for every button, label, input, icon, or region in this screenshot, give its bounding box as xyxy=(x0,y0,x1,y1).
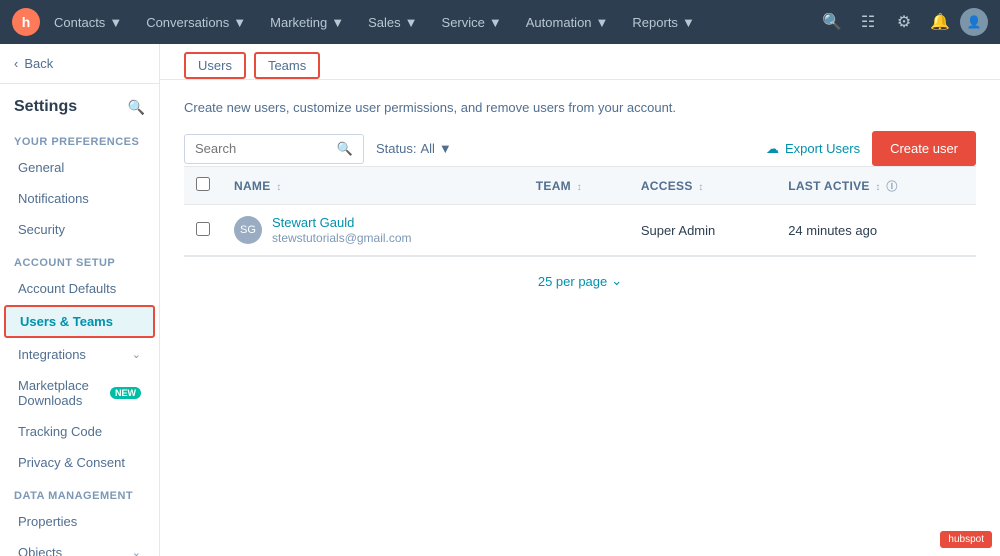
user-avatar-initials: SG xyxy=(234,216,262,244)
sidebar-item-account-defaults[interactable]: Account Defaults xyxy=(4,274,155,303)
toolbar-right: ☁ Export Users Create user xyxy=(766,131,976,166)
th-name: NAME ↕ xyxy=(222,167,524,205)
sidebar-item-notifications[interactable]: Notifications xyxy=(4,184,155,213)
sidebar-item-general[interactable]: General xyxy=(4,153,155,182)
create-user-button[interactable]: Create user xyxy=(872,131,976,166)
upload-icon: ☁ xyxy=(766,141,779,157)
hubspot-logo[interactable]: h xyxy=(12,8,40,36)
section-data-management: Data Management xyxy=(0,478,159,506)
top-navigation: h Contacts ▼ Conversations ▼ Marketing ▼… xyxy=(0,0,1000,44)
sidebar-item-users-teams[interactable]: Users & Teams xyxy=(4,305,155,338)
search-icon[interactable]: 🔍 xyxy=(816,6,848,38)
svg-text:h: h xyxy=(22,14,31,30)
back-arrow-icon: ‹ xyxy=(14,56,18,71)
user-avatar[interactable]: 👤 xyxy=(960,8,988,36)
section-account-setup: Account Setup xyxy=(0,245,159,273)
export-users-button[interactable]: ☁ Export Users xyxy=(766,141,860,157)
td-name: SG Stewart Gauld stewstutorials@gmail.co… xyxy=(222,205,524,256)
th-checkbox xyxy=(184,167,222,205)
hubspot-badge[interactable]: hubspot xyxy=(940,531,992,548)
sidebar-item-marketplace-downloads[interactable]: Marketplace Downloads NEW xyxy=(4,371,155,415)
td-access: Super Admin xyxy=(629,205,776,256)
th-access: ACCESS ↕ xyxy=(629,167,776,205)
user-email: stewstutorials@gmail.com xyxy=(272,231,412,245)
integrations-chevron-icon: ⌄ xyxy=(132,348,141,361)
back-button[interactable]: ‹ Back xyxy=(0,44,159,84)
app-layout: ‹ Back Settings 🔍 Your Preferences Gener… xyxy=(0,44,1000,556)
section-your-preferences: Your Preferences xyxy=(0,124,159,152)
sidebar-search-icon[interactable]: 🔍 xyxy=(128,99,145,116)
nav-conversations[interactable]: Conversations ▼ xyxy=(136,9,256,36)
th-team: TEAM ↕ xyxy=(524,167,629,205)
content-area: Create new users, customize user permiss… xyxy=(160,80,1000,325)
status-filter[interactable]: Status: All ▼ xyxy=(376,141,452,156)
team-sort-icon[interactable]: ↕ xyxy=(577,182,582,193)
last-active-sort-icon[interactable]: ↕ xyxy=(875,182,880,193)
th-last-active: LAST ACTIVE ↕ ⓘ xyxy=(776,167,976,205)
search-box[interactable]: 🔍 xyxy=(184,134,364,164)
sidebar: ‹ Back Settings 🔍 Your Preferences Gener… xyxy=(0,44,160,556)
access-sort-icon[interactable]: ↕ xyxy=(698,182,703,193)
user-info: SG Stewart Gauld stewstutorials@gmail.co… xyxy=(234,215,512,245)
tab-teams[interactable]: Teams xyxy=(254,52,320,79)
nav-automation[interactable]: Automation ▼ xyxy=(516,9,619,36)
nav-service[interactable]: Service ▼ xyxy=(432,9,512,36)
nav-reports[interactable]: Reports ▼ xyxy=(622,9,704,36)
per-page-chevron-icon: ⌄ xyxy=(611,273,622,289)
last-active-info-icon[interactable]: ⓘ xyxy=(886,181,897,193)
new-badge: NEW xyxy=(110,387,141,399)
sidebar-item-integrations[interactable]: Integrations ⌄ xyxy=(4,340,155,369)
nav-marketing[interactable]: Marketing ▼ xyxy=(260,9,354,36)
status-dropdown-icon: ▼ xyxy=(439,141,452,156)
toolbar: 🔍 Status: All ▼ ☁ Export Users Create us… xyxy=(184,131,976,166)
name-sort-icon[interactable]: ↕ xyxy=(276,182,281,193)
page-description: Create new users, customize user permiss… xyxy=(184,100,976,115)
user-name[interactable]: Stewart Gauld xyxy=(272,215,412,230)
sidebar-header: Settings 🔍 xyxy=(0,84,159,124)
td-last-active: 24 minutes ago xyxy=(776,205,976,256)
settings-icon[interactable]: ⚙ xyxy=(888,6,920,38)
search-input[interactable] xyxy=(195,141,337,156)
sidebar-title: Settings xyxy=(14,98,77,116)
sidebar-item-privacy-consent[interactable]: Privacy & Consent xyxy=(4,448,155,477)
apps-icon[interactable]: ☷ xyxy=(852,6,884,38)
sidebar-item-objects[interactable]: Objects ⌄ xyxy=(4,538,155,556)
users-table: NAME ↕ TEAM ↕ ACCESS ↕ LAST ACTIVE xyxy=(184,166,976,256)
sidebar-item-properties[interactable]: Properties xyxy=(4,507,155,536)
per-page-select[interactable]: 25 per page ⌄ xyxy=(538,273,622,289)
td-team xyxy=(524,205,629,256)
select-all-checkbox[interactable] xyxy=(196,177,210,191)
main-content: Users Teams Create new users, customize … xyxy=(160,44,1000,556)
search-icon: 🔍 xyxy=(337,141,353,157)
row-checkbox[interactable] xyxy=(196,222,210,236)
nav-sales[interactable]: Sales ▼ xyxy=(358,9,427,36)
sidebar-item-tracking-code[interactable]: Tracking Code xyxy=(4,417,155,446)
table-row: SG Stewart Gauld stewstutorials@gmail.co… xyxy=(184,205,976,256)
tab-users[interactable]: Users xyxy=(184,52,246,79)
notifications-icon[interactable]: 🔔 xyxy=(924,6,956,38)
sidebar-item-security[interactable]: Security xyxy=(4,215,155,244)
objects-chevron-icon: ⌄ xyxy=(132,546,141,556)
tab-bar: Users Teams xyxy=(160,44,1000,80)
pagination-row: 25 per page ⌄ xyxy=(184,256,976,305)
nav-contacts[interactable]: Contacts ▼ xyxy=(44,9,132,36)
